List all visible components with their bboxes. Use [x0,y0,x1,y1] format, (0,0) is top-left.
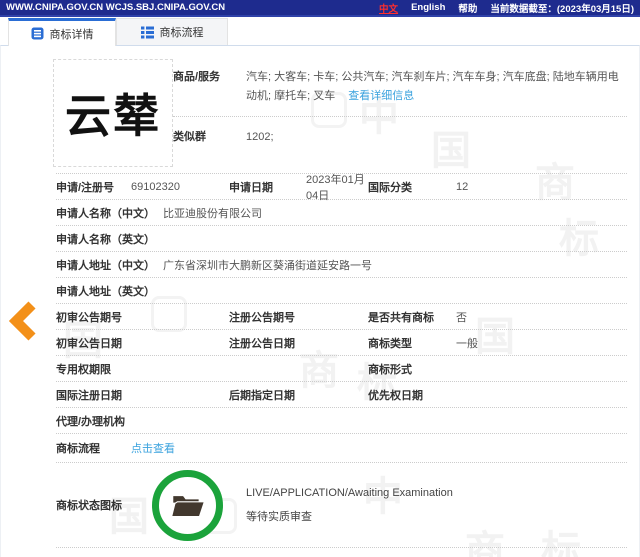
help-link[interactable]: 帮助 [458,1,477,15]
goods-services-row: 商品/服务 汽车; 大客车; 卡车; 公共汽车; 汽车刹车片; 汽车车身; 汽车… [173,59,627,113]
similar-group-label: 类似群 [173,131,206,143]
field-label: 注册公告日期 [229,337,295,350]
row-applicant-name-en: 申请人名称（英文） [56,226,627,252]
status-folder-icon [152,469,223,541]
row-trademark-process: 商标流程 点击查看 [56,434,627,463]
tab-trademark-process[interactable]: 商标流程 [116,18,228,45]
status-text-zh: 等待实质审查 [246,510,312,523]
field-value: 比亚迪股份有限公司 [163,207,262,220]
field-label: 代理/办理机构 [56,415,126,428]
lang-chinese-link[interactable]: 中文 [379,1,398,15]
status-texts: LIVE/APPLICATION/Awaiting Examination 等待… [246,487,453,524]
field-label: 商标流程 [56,443,100,455]
field-value: 一般 [456,337,478,350]
field-label: 商标形式 [368,363,412,376]
goods-services-text: 汽车; 大客车; 卡车; 公共汽车; 汽车刹车片; 汽车车身; 汽车底盘; 陆地… [246,71,619,102]
back-arrow-button[interactable] [8,301,37,341]
site-urls: WWW.CNIPA.GOV.CN WCJS.SBJ.CNIPA.GOV.CN [6,2,226,13]
field-label: 初审公告期号 [56,311,122,324]
field-label: 注册公告期号 [229,311,295,324]
field-label: 国际注册日期 [56,389,122,402]
row-international-registration-date: 国际注册日期 后期指定日期 优先权日期 [56,382,627,408]
row-exclusive-right-period: 专用权期限 商标形式 [56,356,627,382]
data-cutoff-date: 当前数据截至：(2023年03月15日) [490,3,634,15]
field-value: 69102320 [131,180,180,193]
similar-group-value: 1202; [246,131,274,143]
field-label: 申请人名称（中文） [56,207,155,220]
goods-services-value: 汽车; 大客车; 卡车; 公共汽车; 汽车刹车片; 汽车车身; 汽车底盘; 陆地… [246,68,627,106]
goods-fields: 商品/服务 汽车; 大客车; 卡车; 公共汽车; 汽车刹车片; 汽车车身; 汽车… [173,59,627,167]
field-label: 后期指定日期 [229,389,295,402]
document-icon [31,27,44,40]
row-first-gazette-number: 初审公告期号 注册公告期号 是否共有商标 否 [56,304,627,330]
field-value: 2023年01月04日 [306,173,365,202]
tab-bar: 商标详情 商标流程 [0,18,640,46]
field-label: 申请人地址（英文） [56,285,155,298]
field-label: 优先权日期 [368,389,423,402]
chevron-left-icon [8,301,36,341]
topbar-menu: 中文 English 帮助 当前数据截至：(2023年03月15日) [379,1,634,15]
row-agency: 代理/办理机构 [56,408,627,434]
view-details-link[interactable]: 查看详细信息 [348,90,414,102]
status-text-en: LIVE/APPLICATION/Awaiting Examination [246,486,453,499]
goods-services-label: 商品/服务 [173,71,221,83]
field-label: 专用权期限 [56,363,111,376]
field-value: 否 [456,311,467,324]
topbar: WWW.CNIPA.GOV.CN WCJS.SBJ.CNIPA.GOV.CN 中… [0,0,640,17]
field-value: 广东省深圳市大鹏新区葵涌街道延安路一号 [163,259,372,272]
field-label: 初审公告日期 [56,337,122,350]
tab-label: 商标流程 [159,27,204,39]
detail-rows: 申请/注册号 69102320 申请日期 2023年01月04日 国际分类 12… [56,174,627,548]
row-first-gazette-date: 初审公告日期 注册公告日期 商标类型 一般 [56,330,627,356]
trademark-summary-section: 云辇 商品/服务 汽车; 大客车; 卡车; 公共汽车; 汽车刹车片; 汽车车身;… [1,46,639,167]
lang-english-link[interactable]: English [411,2,445,13]
tab-label: 商标详情 [49,28,94,41]
field-label: 商标状态图标 [56,500,122,512]
trademark-image: 云辇 [53,59,173,167]
click-to-view-link[interactable]: 点击查看 [131,440,175,456]
tab-trademark-details[interactable]: 商标详情 [8,18,116,46]
disclaimer-text: 仅供参考，不具有法律效力 [1,548,639,557]
field-label: 申请日期 [229,181,273,194]
trademark-detail-panel: 中 国 商 标 国 商 标 国 国 商 标 中 云辇 商品/服务 汽车; 大客车… [0,45,640,557]
row-applicant-address-cn: 申请人地址（中文） 广东省深圳市大鹏新区葵涌街道延安路一号 [56,252,627,278]
field-label: 申请/注册号 [56,181,115,194]
field-label: 商标类型 [368,337,412,350]
list-icon [140,26,154,39]
field-label: 是否共有商标 [368,311,434,324]
field-label: 申请人地址（中文） [56,259,155,272]
field-label: 国际分类 [368,181,412,194]
row-applicant-name-cn: 申请人名称（中文） 比亚迪股份有限公司 [56,200,627,226]
row-trademark-status: 商标状态图标 LIVE/APPLICATION/Awaiting Examina… [56,463,627,548]
similar-group-row: 类似群 1202; [173,119,627,154]
row-applicant-address-en: 申请人地址（英文） [56,278,627,304]
row-application-number: 申请/注册号 69102320 申请日期 2023年01月04日 国际分类 12 [56,173,627,202]
divider [173,116,627,117]
field-value: 12 [456,180,469,193]
field-label: 申请人名称（英文） [56,233,155,246]
